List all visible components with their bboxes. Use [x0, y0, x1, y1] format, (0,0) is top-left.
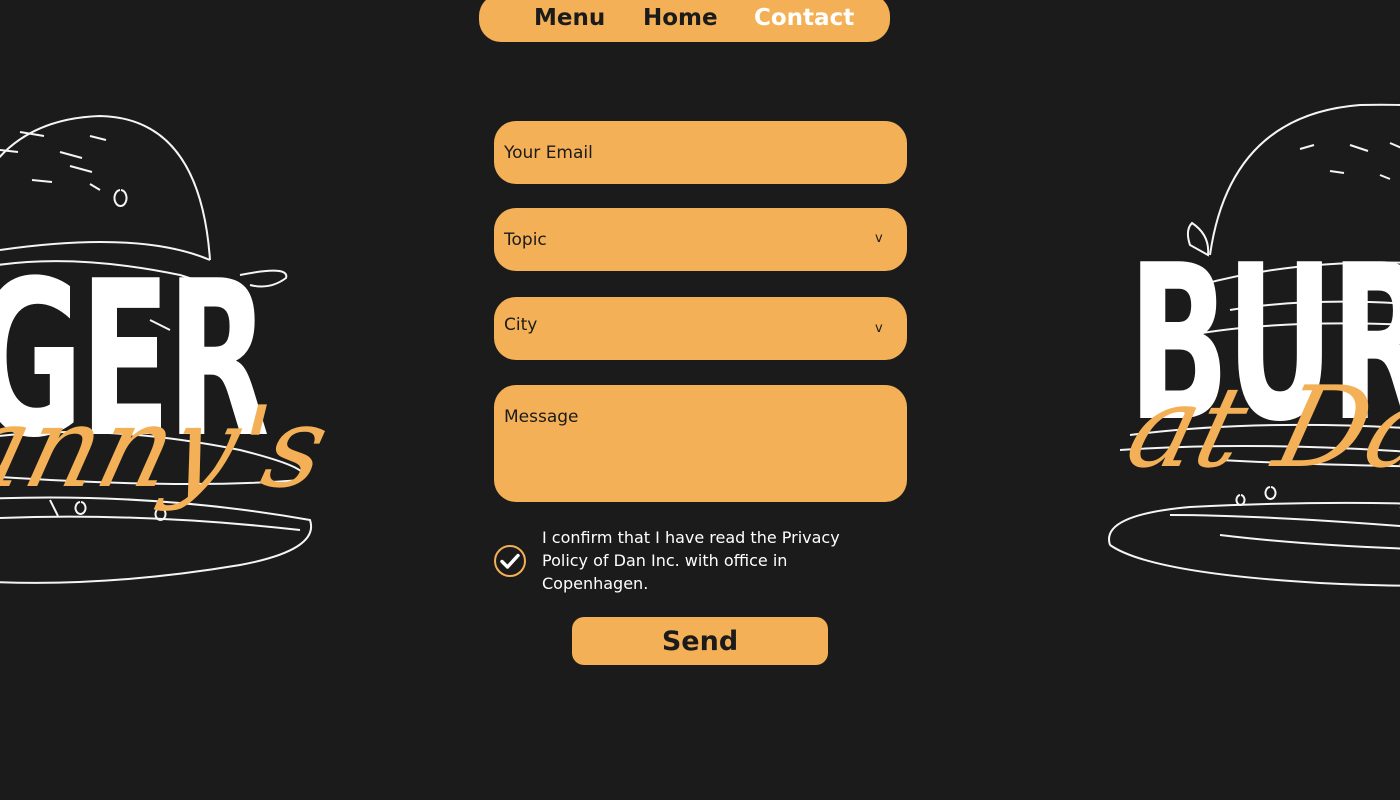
topic-select[interactable]: Topic v [494, 208, 907, 271]
city-select[interactable]: City v [494, 297, 907, 360]
email-field[interactable] [494, 121, 907, 184]
check-circle-icon[interactable] [493, 544, 527, 578]
left-decor: GER anny's [0, 0, 360, 800]
message-field-wrapper [494, 385, 907, 502]
chevron-down-icon: v [875, 231, 883, 246]
right-script-word: at Da [1115, 363, 1400, 493]
chevron-down-icon: v [875, 321, 883, 336]
left-script-word: anny's [0, 383, 341, 513]
city-select-label: City [504, 315, 538, 335]
send-button[interactable]: Send [572, 617, 828, 665]
top-nav: Menu Home Contact [479, 0, 890, 42]
consent-label: I confirm that I have read the Privacy P… [542, 528, 840, 593]
right-decor: BUR at Da [1040, 0, 1400, 800]
message-field[interactable] [494, 385, 907, 502]
email-field-wrapper [494, 121, 907, 184]
nav-link-menu[interactable]: Menu [534, 0, 605, 36]
nav-link-home[interactable]: Home [643, 0, 718, 36]
contact-page: GER anny's BUR at Da Menu Home Contact Y… [0, 0, 1400, 800]
nav-link-contact[interactable]: Contact [754, 0, 854, 36]
topic-select-label: Topic [504, 230, 547, 250]
